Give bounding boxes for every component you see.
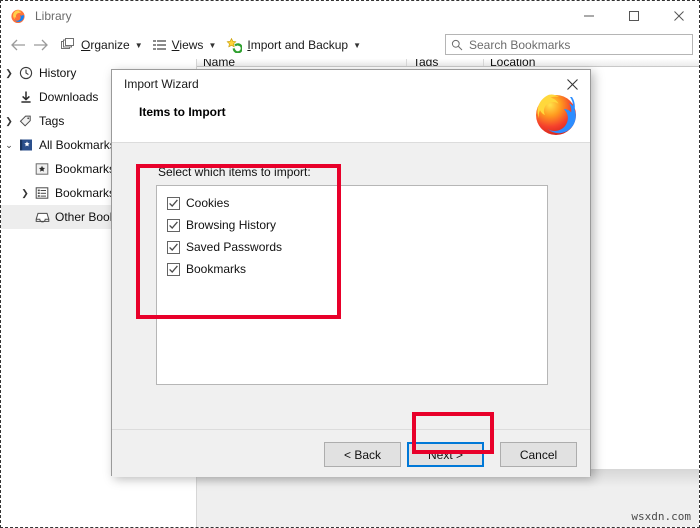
dialog-body: Select which items to import: Cookies Br… [112, 143, 590, 429]
dialog-title: Import Wizard [124, 77, 199, 91]
dialog-subtitle: Items to Import [139, 105, 226, 119]
import-and-backup-label: Import and Backup [247, 38, 349, 52]
views-button[interactable]: Views ▼ [152, 34, 217, 56]
back-arrow-icon[interactable] [7, 34, 29, 56]
chevron-down-icon: ▼ [208, 40, 217, 50]
column-header-name[interactable]: Name [197, 59, 407, 66]
other-bookmarks-icon [33, 210, 51, 224]
firefox-logo-icon [532, 90, 580, 138]
organize-button[interactable]: Organize ▼ [61, 34, 143, 56]
organize-icon [61, 38, 76, 52]
checkbox-label: Browsing History [186, 218, 277, 232]
checkbox-row-bookmarks[interactable]: Bookmarks [167, 258, 547, 280]
dialog-header: Import Wizard Items to Import [112, 70, 590, 143]
back-button[interactable]: < Back [324, 442, 401, 467]
chevron-right-icon[interactable]: ❯ [17, 188, 33, 199]
cancel-button[interactable]: Cancel [500, 442, 577, 467]
bookmark-menu-icon [33, 186, 51, 200]
checkbox-row-cookies[interactable]: Cookies [167, 192, 547, 214]
organize-label: Organize [81, 38, 130, 52]
sidebar-item-label: History [39, 66, 77, 80]
watermark: wsxdn.com [631, 510, 691, 523]
window-controls [566, 1, 699, 31]
column-header-location[interactable]: Location [484, 59, 699, 66]
next-button[interactable]: Next > [407, 442, 484, 467]
firefox-icon [10, 8, 26, 24]
sidebar-item-label: Downloads [39, 90, 99, 104]
checkbox-label: Bookmarks [186, 262, 247, 276]
sidebar-item-label: Tags [39, 114, 65, 128]
download-icon [17, 90, 35, 104]
cancel-button-label: Cancel [519, 447, 558, 462]
bookmark-star-icon [33, 162, 51, 176]
chevron-right-icon[interactable]: ❯ [1, 116, 17, 127]
import-wizard-dialog: Import Wizard Items to Import Select whi… [111, 69, 591, 477]
minimize-icon[interactable] [566, 1, 611, 31]
close-icon[interactable] [656, 1, 699, 31]
checkbox-row-browsing-history[interactable]: Browsing History [167, 214, 547, 236]
checkbox-checked-icon[interactable] [167, 262, 180, 276]
library-titlebar: Library [1, 1, 699, 31]
search-placeholder: Search Bookmarks [469, 37, 571, 52]
sidebar-item-label: Bookmarks [55, 162, 116, 176]
import-backup-icon [226, 37, 243, 53]
chevron-down-icon: ▼ [134, 40, 143, 50]
search-input[interactable]: Search Bookmarks [445, 34, 693, 55]
search-icon [451, 39, 463, 51]
select-items-label: Select which items to import: [158, 165, 311, 179]
forward-arrow-icon[interactable] [29, 34, 51, 56]
chevron-down-icon[interactable]: ⌄ [1, 140, 17, 151]
checkbox-checked-icon[interactable] [167, 218, 180, 232]
checkbox-row-saved-passwords[interactable]: Saved Passwords [167, 236, 547, 258]
dialog-footer: < Back Next > Cancel [112, 429, 590, 477]
column-header-tags[interactable]: Tags [407, 59, 484, 66]
screenshot-root: Library Organize ▼ Views ▼ Import and Ba… [0, 0, 700, 528]
window-title: Library [35, 9, 72, 23]
checkbox-checked-icon[interactable] [167, 196, 180, 210]
sidebar-item-label: Bookmarks [55, 186, 116, 200]
import-items-listbox[interactable]: Cookies Browsing History Saved Passwords [156, 185, 548, 385]
chevron-down-icon: ▼ [353, 40, 362, 50]
maximize-icon[interactable] [611, 1, 656, 31]
checkbox-label: Saved Passwords [186, 240, 283, 254]
chevron-right-icon[interactable]: ❯ [1, 68, 17, 79]
sidebar-item-label: All Bookmarks [39, 138, 116, 152]
tag-icon [17, 114, 35, 128]
checkbox-checked-icon[interactable] [167, 240, 180, 254]
back-button-label: < Back [343, 447, 382, 462]
content-footer [197, 469, 699, 527]
all-bookmarks-icon [17, 138, 35, 152]
views-label: Views [171, 38, 204, 52]
clock-icon [17, 66, 35, 80]
checkbox-label: Cookies [186, 196, 230, 210]
views-icon [152, 39, 167, 52]
next-button-label: Next > [427, 447, 463, 462]
import-and-backup-button[interactable]: Import and Backup ▼ [226, 34, 361, 56]
column-headers: Name Tags Location [197, 59, 699, 67]
